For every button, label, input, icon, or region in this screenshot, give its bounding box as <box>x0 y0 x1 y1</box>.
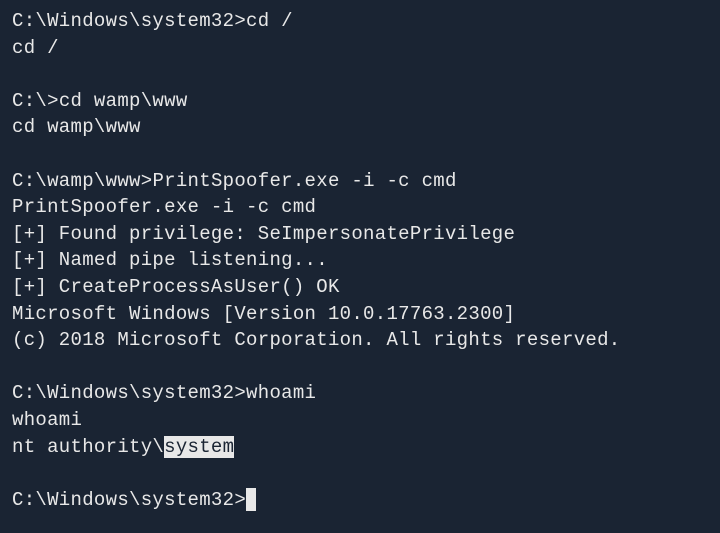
command: cd wamp\www <box>59 90 188 112</box>
prompt: C:\Windows\system32> <box>12 10 246 32</box>
terminal-line <box>12 61 708 88</box>
terminal-line: nt authority\system <box>12 434 708 461</box>
terminal-line <box>12 354 708 381</box>
terminal-line: [+] Named pipe listening... <box>12 247 708 274</box>
output-text: [+] Named pipe listening... <box>12 249 328 271</box>
terminal-line: C:\Windows\system32>whoami <box>12 380 708 407</box>
terminal-line <box>12 460 708 487</box>
terminal-line: PrintSpoofer.exe -i -c cmd <box>12 194 708 221</box>
terminal-line: C:\Windows\system32> <box>12 487 708 514</box>
prompt: C:\Windows\system32> <box>12 489 246 511</box>
terminal-line: C:\Windows\system32>cd / <box>12 8 708 35</box>
command: cd / <box>246 10 293 32</box>
terminal-line: cd wamp\www <box>12 114 708 141</box>
terminal-line: Microsoft Windows [Version 10.0.17763.23… <box>12 301 708 328</box>
terminal-window[interactable]: C:\Windows\system32>cd /cd /C:\>cd wamp\… <box>12 8 708 513</box>
prompt: C:\wamp\www> <box>12 170 152 192</box>
output-text: [+] Found privilege: SeImpersonatePrivil… <box>12 223 515 245</box>
terminal-line: cd / <box>12 35 708 62</box>
cursor[interactable] <box>246 488 256 511</box>
terminal-line: whoami <box>12 407 708 434</box>
prompt: C:\Windows\system32> <box>12 382 246 404</box>
command: PrintSpoofer.exe -i -c cmd <box>152 170 456 192</box>
output-text: [+] CreateProcessAsUser() OK <box>12 276 340 298</box>
output-text: Microsoft Windows [Version 10.0.17763.23… <box>12 303 515 325</box>
prompt: C:\> <box>12 90 59 112</box>
command: whoami <box>246 382 316 404</box>
terminal-line: C:\>cd wamp\www <box>12 88 708 115</box>
terminal-line: C:\wamp\www>PrintSpoofer.exe -i -c cmd <box>12 168 708 195</box>
output-text: PrintSpoofer.exe -i -c cmd <box>12 196 316 218</box>
output-text: whoami <box>12 409 82 431</box>
terminal-line: [+] Found privilege: SeImpersonatePrivil… <box>12 221 708 248</box>
terminal-line: [+] CreateProcessAsUser() OK <box>12 274 708 301</box>
highlighted-text: system <box>164 436 234 458</box>
output-text: cd / <box>12 37 59 59</box>
output-text: cd wamp\www <box>12 116 141 138</box>
terminal-line: (c) 2018 Microsoft Corporation. All righ… <box>12 327 708 354</box>
output-text: (c) 2018 Microsoft Corporation. All righ… <box>12 329 621 351</box>
terminal-line <box>12 141 708 168</box>
output-text: nt authority\ <box>12 436 164 458</box>
